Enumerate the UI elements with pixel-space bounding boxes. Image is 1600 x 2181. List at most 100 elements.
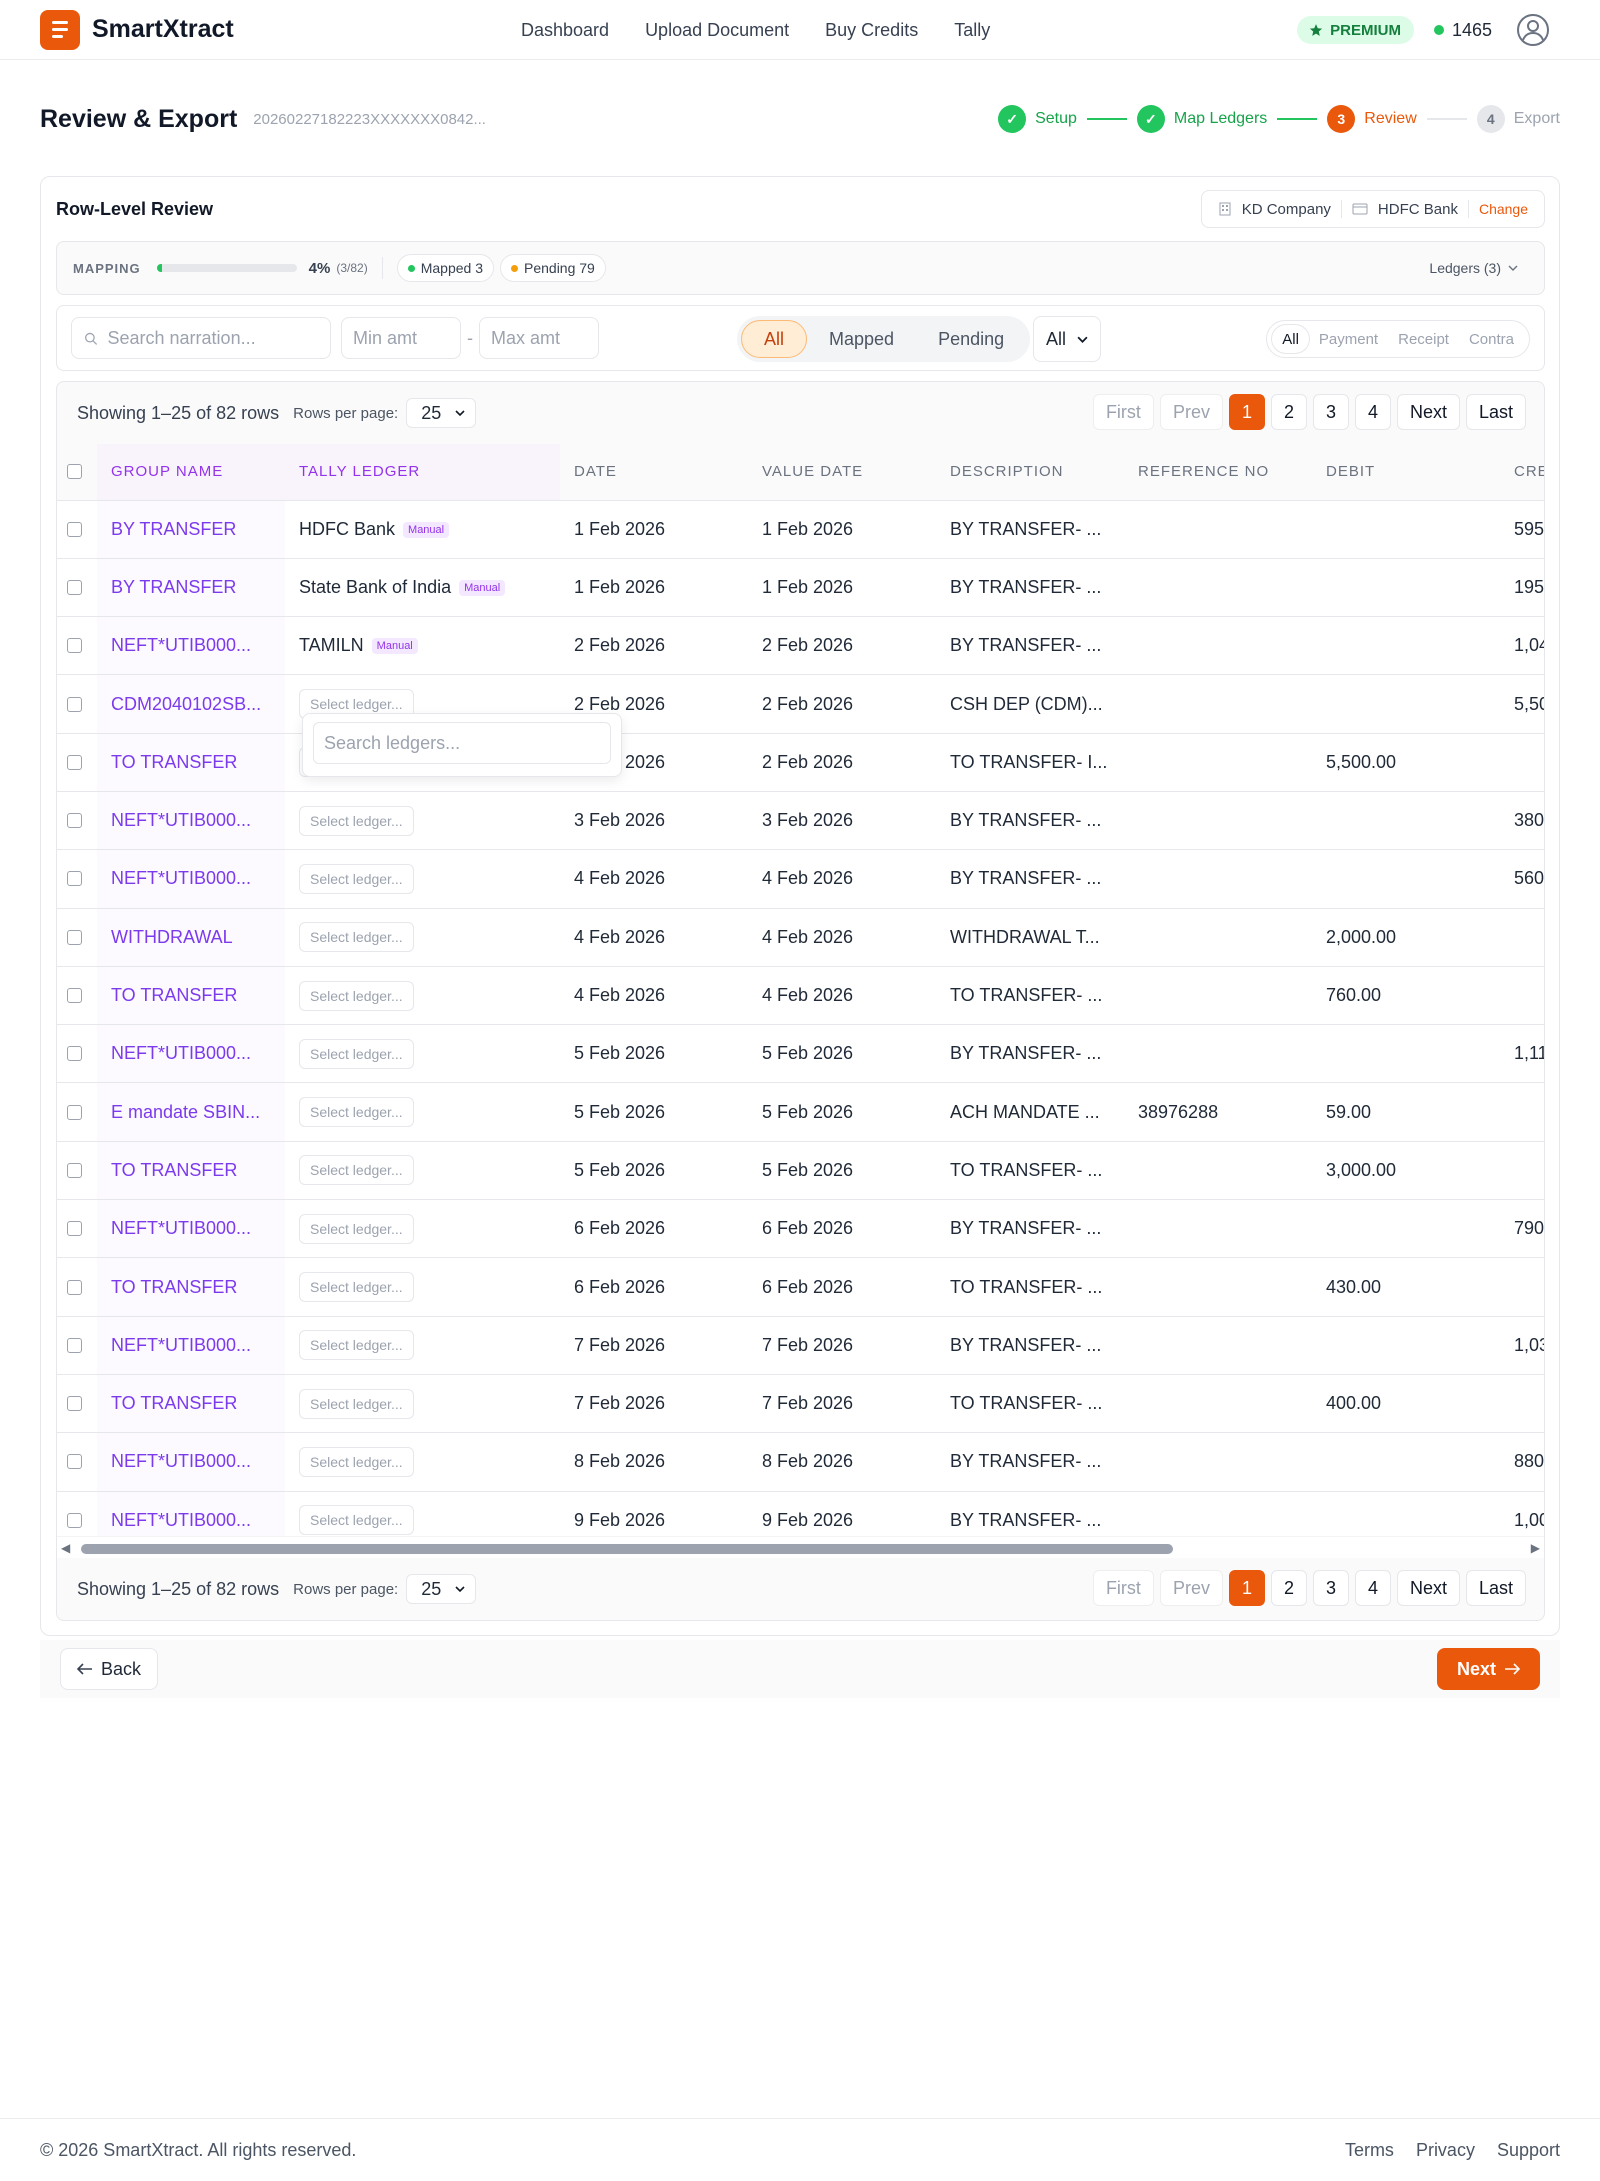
page-2-button[interactable]: 2 bbox=[1270, 394, 1307, 430]
group-name-cell[interactable]: TO TRANSFER bbox=[97, 732, 285, 792]
col-debit[interactable]: DEBIT bbox=[1312, 444, 1500, 500]
tally-ledger-cell[interactable]: Select ledger... bbox=[285, 1024, 560, 1083]
row-checkbox[interactable] bbox=[67, 813, 82, 829]
group-name-cell[interactable]: NEFT*UTIB000... bbox=[97, 849, 285, 909]
rows-per-page-select[interactable]: 25 bbox=[406, 398, 477, 428]
table-row[interactable]: TO TRANSFER Select ledger... 7 Feb 2026 7 F… bbox=[57, 1373, 1544, 1433]
page-4-button[interactable]: 4 bbox=[1354, 394, 1391, 430]
select-ledger-button[interactable]: Select ledger... bbox=[299, 980, 414, 1011]
tally-ledger-cell[interactable]: Select ledger... bbox=[285, 849, 560, 909]
tally-ledger-cell[interactable]: State Bank of India Manual bbox=[285, 557, 560, 617]
table-row[interactable]: TO TRANSFER Select ledger... 5 Feb 2026 5 F… bbox=[57, 1140, 1544, 1200]
tally-ledger-cell[interactable]: Select ledger... bbox=[285, 1373, 560, 1433]
tally-ledger-cell[interactable]: Select ledger... bbox=[285, 1490, 560, 1536]
select-ledger-button[interactable]: Select ledger... bbox=[299, 1155, 414, 1186]
tab-all[interactable]: All bbox=[741, 320, 808, 358]
tally-ledger-cell[interactable]: Select ledger... bbox=[285, 1140, 560, 1200]
table-scroll-area[interactable]: GROUP NAME TALLY LEDGER DATE VALUE DATE … bbox=[57, 444, 1544, 1536]
page-1-button[interactable]: 1 bbox=[1228, 394, 1265, 430]
row-checkbox[interactable] bbox=[67, 579, 82, 595]
col-reference-no[interactable]: REFERENCE NO bbox=[1124, 444, 1312, 500]
footer-support-link[interactable]: Support bbox=[1497, 2140, 1560, 2161]
nav-buy-credits[interactable]: Buy Credits bbox=[825, 20, 918, 41]
row-checkbox[interactable] bbox=[67, 1162, 82, 1178]
row-checkbox[interactable] bbox=[67, 988, 82, 1004]
select-ledger-button[interactable]: Select ledger... bbox=[299, 863, 414, 894]
table-row[interactable]: WITHDRAWAL Select ledger... 4 Feb 2026 4 Fe… bbox=[57, 907, 1544, 967]
table-row[interactable]: NEFT*UTIB000... Select ledger... 4 Feb 202… bbox=[57, 849, 1544, 909]
group-name-cell[interactable]: TO TRANSFER bbox=[97, 1373, 285, 1433]
select-ledger-button[interactable]: Select ledger... bbox=[299, 922, 414, 953]
group-name-cell[interactable]: NEFT*UTIB000... bbox=[97, 1199, 285, 1258]
table-row[interactable]: TO TRANSFER Select ledger... 6 Feb 2026 6 F… bbox=[57, 1257, 1544, 1317]
nav-dashboard[interactable]: Dashboard bbox=[521, 20, 609, 41]
next-page-button[interactable]: Next bbox=[1396, 1570, 1460, 1606]
page-2-button[interactable]: 2 bbox=[1270, 1570, 1307, 1606]
table-row[interactable]: CDM2040102SB... Select ledger... 2 Feb 202… bbox=[57, 674, 1544, 734]
group-name-cell[interactable]: NEFT*UTIB000... bbox=[97, 790, 285, 850]
row-checkbox[interactable] bbox=[67, 521, 82, 537]
step-export[interactable]: 4 Export bbox=[1476, 105, 1560, 133]
group-name-cell[interactable]: NEFT*UTIB000... bbox=[97, 1315, 285, 1375]
tally-ledger-cell[interactable]: Select ledger... bbox=[285, 1432, 560, 1492]
pending-pill[interactable]: Pending 79 bbox=[500, 254, 606, 282]
table-row[interactable]: BY TRANSFER HDFC Bank Manual 1 Feb 2026 1 Fe… bbox=[57, 499, 1544, 559]
next-page-button[interactable]: Next bbox=[1396, 394, 1460, 430]
change-link[interactable]: Change bbox=[1479, 201, 1528, 217]
table-row[interactable]: NEFT*UTIB000... Select ledger... 8 Feb 202… bbox=[57, 1432, 1544, 1492]
prev-page-button[interactable]: Prev bbox=[1159, 1570, 1223, 1606]
col-date[interactable]: DATE bbox=[560, 444, 748, 500]
table-row[interactable]: NEFT*UTIB000... Select ledger... 3 Feb 202… bbox=[57, 790, 1544, 850]
group-name-cell[interactable]: BY TRANSFER bbox=[97, 557, 285, 617]
row-checkbox[interactable] bbox=[67, 638, 82, 654]
select-all-checkbox[interactable] bbox=[67, 464, 82, 480]
row-checkbox[interactable] bbox=[67, 696, 82, 712]
select-ledger-button[interactable]: Select ledger... bbox=[299, 1213, 414, 1244]
tally-ledger-cell[interactable]: Select ledger... bbox=[285, 1257, 560, 1317]
rows-per-page-select[interactable]: 25 bbox=[406, 1574, 477, 1604]
table-row[interactable]: TO TRANSFERSelect ledger...2 Feb 20262 F… bbox=[57, 732, 1544, 792]
tally-ledger-cell[interactable]: TAMILN Manual bbox=[285, 616, 560, 675]
tally-ledger-cell[interactable]: HDFC Bank Manual bbox=[285, 499, 560, 559]
table-row[interactable]: NEFT*UTIB000... Select ledger... 9 Feb 202… bbox=[57, 1490, 1544, 1536]
type-tab-contra[interactable]: Contra bbox=[1459, 325, 1524, 353]
group-name-cell[interactable]: E mandate SBIN... bbox=[97, 1082, 285, 1142]
group-name-cell[interactable]: NEFT*UTIB000... bbox=[97, 1432, 285, 1492]
nav-upload-document[interactable]: Upload Document bbox=[645, 20, 789, 41]
app-logo[interactable]: SmartXtract bbox=[40, 9, 234, 50]
tally-ledger-cell[interactable]: Select ledger... bbox=[285, 790, 560, 850]
row-checkbox[interactable] bbox=[67, 929, 82, 945]
table-row[interactable]: NEFT*UTIB000... TAMILN Manual 2 Feb 2026 2 F… bbox=[57, 616, 1544, 675]
type-tab-all[interactable]: All bbox=[1272, 325, 1309, 353]
type-tab-receipt[interactable]: Receipt bbox=[1388, 325, 1459, 353]
tally-ledger-cell[interactable]: Select ledger... bbox=[285, 907, 560, 967]
footer-privacy-link[interactable]: Privacy bbox=[1416, 2140, 1475, 2161]
select-ledger-button[interactable]: Select ledger... bbox=[299, 1505, 414, 1536]
tab-pending[interactable]: Pending bbox=[916, 320, 1026, 358]
select-ledger-button[interactable]: Select ledger... bbox=[299, 1272, 414, 1302]
nav-tally[interactable]: Tally bbox=[954, 20, 990, 41]
row-checkbox[interactable] bbox=[67, 1512, 82, 1528]
row-checkbox[interactable] bbox=[67, 1046, 82, 1062]
tally-ledger-cell[interactable]: Select ledger... bbox=[285, 1082, 560, 1142]
next-button[interactable]: Next bbox=[1436, 1648, 1540, 1690]
tab-mapped[interactable]: Mapped bbox=[807, 320, 916, 358]
tally-ledger-cell[interactable]: Select ledger... bbox=[285, 965, 560, 1025]
ledgers-dropdown[interactable]: Ledgers (3) bbox=[1429, 260, 1518, 276]
col-value-date[interactable]: VALUE DATE bbox=[748, 444, 936, 500]
first-page-button[interactable]: First bbox=[1092, 394, 1154, 430]
step-review[interactable]: 3 Review bbox=[1327, 105, 1417, 133]
select-ledger-button[interactable]: Select ledger... bbox=[299, 1097, 414, 1128]
page-3-button[interactable]: 3 bbox=[1312, 1570, 1349, 1606]
group-name-cell[interactable]: NEFT*UTIB000... bbox=[97, 616, 285, 675]
col-tally-ledger[interactable]: TALLY LEDGER bbox=[285, 444, 560, 500]
max-amount-input[interactable] bbox=[491, 327, 587, 349]
page-1-button[interactable]: 1 bbox=[1228, 1570, 1265, 1606]
scrollbar-thumb[interactable] bbox=[81, 1544, 1173, 1554]
table-row[interactable]: BY TRANSFER State Bank of India Manual 1 Fe… bbox=[57, 557, 1544, 617]
col-description[interactable]: DESCRIPTION bbox=[936, 444, 1124, 500]
table-row[interactable]: E mandate SBIN... Select ledger... 5 Feb 2… bbox=[57, 1082, 1544, 1142]
last-page-button[interactable]: Last bbox=[1465, 394, 1526, 430]
scroll-right-icon[interactable]: ▶ bbox=[1531, 1541, 1540, 1555]
table-row[interactable]: NEFT*UTIB000... Select ledger... 5 Feb 202… bbox=[57, 1024, 1544, 1083]
